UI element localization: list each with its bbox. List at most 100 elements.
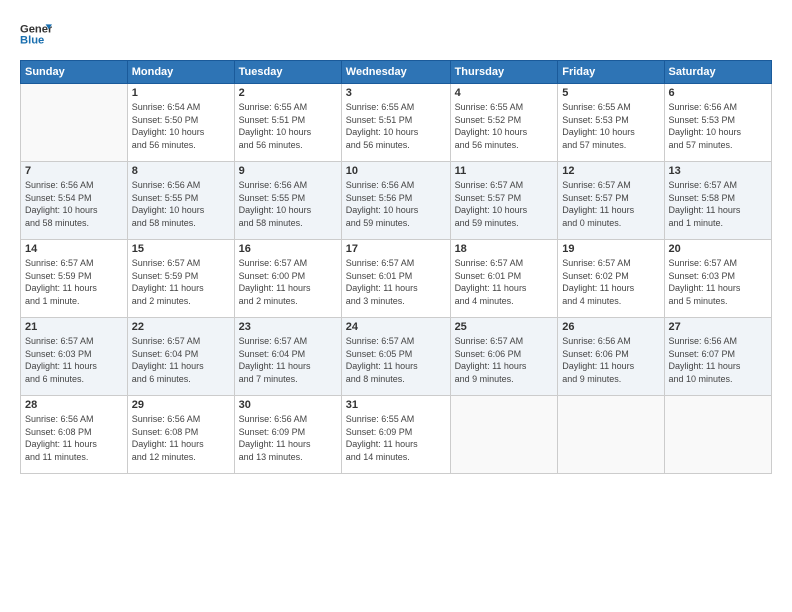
calendar-week-row: 7 Sunrise: 6:56 AM Sunset: 5:54 PM Daylig… [21, 162, 772, 240]
calendar-cell: 22 Sunrise: 6:57 AM Sunset: 6:04 PM Dayli… [127, 318, 234, 396]
svg-text:Blue: Blue [20, 35, 44, 47]
logo: General Blue [20, 18, 52, 50]
calendar-table: SundayMondayTuesdayWednesdayThursdayFrid… [20, 60, 772, 474]
day-info: Sunrise: 6:57 AM Sunset: 6:02 PM Dayligh… [562, 257, 659, 307]
day-info: Sunrise: 6:57 AM Sunset: 6:03 PM Dayligh… [25, 335, 123, 385]
day-number: 23 [239, 321, 337, 333]
weekday-header-row: SundayMondayTuesdayWednesdayThursdayFrid… [21, 61, 772, 84]
calendar-cell: 26 Sunrise: 6:56 AM Sunset: 6:06 PM Dayli… [558, 318, 664, 396]
calendar-week-row: 1 Sunrise: 6:54 AM Sunset: 5:50 PM Daylig… [21, 84, 772, 162]
day-number: 11 [455, 165, 554, 177]
day-info: Sunrise: 6:55 AM Sunset: 5:51 PM Dayligh… [239, 101, 337, 151]
day-info: Sunrise: 6:56 AM Sunset: 5:55 PM Dayligh… [132, 179, 230, 229]
day-info: Sunrise: 6:55 AM Sunset: 5:51 PM Dayligh… [346, 101, 446, 151]
day-number: 10 [346, 165, 446, 177]
calendar-cell: 9 Sunrise: 6:56 AM Sunset: 5:55 PM Daylig… [234, 162, 341, 240]
weekday-header: Thursday [450, 61, 558, 84]
day-number: 7 [25, 165, 123, 177]
day-number: 27 [669, 321, 767, 333]
day-number: 14 [25, 243, 123, 255]
day-number: 17 [346, 243, 446, 255]
day-number: 18 [455, 243, 554, 255]
calendar-cell [450, 396, 558, 474]
calendar-cell: 1 Sunrise: 6:54 AM Sunset: 5:50 PM Daylig… [127, 84, 234, 162]
day-number: 1 [132, 87, 230, 99]
calendar-cell: 10Sunrise: 6:56 AM Sunset: 5:56 PM Dayli… [341, 162, 450, 240]
day-info: Sunrise: 6:57 AM Sunset: 6:03 PM Dayligh… [669, 257, 767, 307]
day-info: Sunrise: 6:57 AM Sunset: 6:01 PM Dayligh… [455, 257, 554, 307]
calendar-cell: 4 Sunrise: 6:55 AM Sunset: 5:52 PM Daylig… [450, 84, 558, 162]
page-header: General Blue [20, 18, 772, 50]
day-info: Sunrise: 6:57 AM Sunset: 6:04 PM Dayligh… [239, 335, 337, 385]
day-number: 24 [346, 321, 446, 333]
day-number: 5 [562, 87, 659, 99]
calendar-cell: 12 Sunrise: 6:57 AM Sunset: 5:57 PM Dayli… [558, 162, 664, 240]
day-info: Sunrise: 6:56 AM Sunset: 5:54 PM Dayligh… [25, 179, 123, 229]
day-number: 4 [455, 87, 554, 99]
day-number: 28 [25, 399, 123, 411]
day-number: 13 [669, 165, 767, 177]
calendar-cell: 31 Sunrise: 6:55 AM Sunset: 6:09 PM Dayli… [341, 396, 450, 474]
day-info: Sunrise: 6:57 AM Sunset: 6:01 PM Dayligh… [346, 257, 446, 307]
day-info: Sunrise: 6:57 AM Sunset: 6:06 PM Dayligh… [455, 335, 554, 385]
day-info: Sunrise: 6:56 AM Sunset: 5:53 PM Dayligh… [669, 101, 767, 151]
day-info: Sunrise: 6:57 AM Sunset: 5:57 PM Dayligh… [562, 179, 659, 229]
calendar-cell: 21 Sunrise: 6:57 AM Sunset: 6:03 PM Dayli… [21, 318, 128, 396]
weekday-header: Monday [127, 61, 234, 84]
day-number: 12 [562, 165, 659, 177]
day-info: Sunrise: 6:56 AM Sunset: 6:08 PM Dayligh… [132, 413, 230, 463]
calendar-cell: 14 Sunrise: 6:57 AM Sunset: 5:59 PM Dayli… [21, 240, 128, 318]
calendar-cell: 19 Sunrise: 6:57 AM Sunset: 6:02 PM Dayli… [558, 240, 664, 318]
calendar-cell [21, 84, 128, 162]
calendar-cell: 23 Sunrise: 6:57 AM Sunset: 6:04 PM Dayli… [234, 318, 341, 396]
day-info: Sunrise: 6:56 AM Sunset: 6:07 PM Dayligh… [669, 335, 767, 385]
calendar-cell: 3 Sunrise: 6:55 AM Sunset: 5:51 PM Daylig… [341, 84, 450, 162]
calendar-cell: 13 Sunrise: 6:57 AM Sunset: 5:58 PM Dayli… [664, 162, 771, 240]
day-number: 2 [239, 87, 337, 99]
day-number: 29 [132, 399, 230, 411]
day-info: Sunrise: 6:56 AM Sunset: 6:09 PM Dayligh… [239, 413, 337, 463]
calendar-cell: 6 Sunrise: 6:56 AM Sunset: 5:53 PM Daylig… [664, 84, 771, 162]
logo-icon: General Blue [20, 18, 52, 50]
weekday-header: Sunday [21, 61, 128, 84]
day-number: 19 [562, 243, 659, 255]
day-info: Sunrise: 6:57 AM Sunset: 6:04 PM Dayligh… [132, 335, 230, 385]
day-number: 21 [25, 321, 123, 333]
day-info: Sunrise: 6:54 AM Sunset: 5:50 PM Dayligh… [132, 101, 230, 151]
calendar-cell: 20Sunrise: 6:57 AM Sunset: 6:03 PM Dayli… [664, 240, 771, 318]
weekday-header: Tuesday [234, 61, 341, 84]
calendar-cell: 28Sunrise: 6:56 AM Sunset: 6:08 PM Dayli… [21, 396, 128, 474]
calendar-week-row: 28 Sunrise: 6:56 AM Sunset: 6:08 PM Dayli… [21, 396, 772, 474]
calendar-cell: 15Sunrise: 6:57 AM Sunset: 5:59 PM Dayli… [127, 240, 234, 318]
day-number: 26 [562, 321, 659, 333]
day-info: Sunrise: 6:57 AM Sunset: 5:58 PM Dayligh… [669, 179, 767, 229]
day-number: 25 [455, 321, 554, 333]
calendar-cell: 27 Sunrise: 6:56 AM Sunset: 6:07 PM Dayli… [664, 318, 771, 396]
calendar-cell [664, 396, 771, 474]
day-info: Sunrise: 6:55 AM Sunset: 5:53 PM Dayligh… [562, 101, 659, 151]
day-info: Sunrise: 6:57 AM Sunset: 6:05 PM Dayligh… [346, 335, 446, 385]
calendar-cell: 5 Sunrise: 6:55 AM Sunset: 5:53 PM Daylig… [558, 84, 664, 162]
day-number: 30 [239, 399, 337, 411]
day-number: 22 [132, 321, 230, 333]
day-info: Sunrise: 6:57 AM Sunset: 5:57 PM Dayligh… [455, 179, 554, 229]
day-info: Sunrise: 6:56 AM Sunset: 6:06 PM Dayligh… [562, 335, 659, 385]
day-info: Sunrise: 6:55 AM Sunset: 5:52 PM Dayligh… [455, 101, 554, 151]
calendar-week-row: 14 Sunrise: 6:57 AM Sunset: 5:59 PM Dayli… [21, 240, 772, 318]
day-number: 9 [239, 165, 337, 177]
day-number: 6 [669, 87, 767, 99]
calendar-cell: 2 Sunrise: 6:55 AM Sunset: 5:51 PM Daylig… [234, 84, 341, 162]
day-info: Sunrise: 6:55 AM Sunset: 6:09 PM Dayligh… [346, 413, 446, 463]
calendar-cell: 25 Sunrise: 6:57 AM Sunset: 6:06 PM Dayli… [450, 318, 558, 396]
day-info: Sunrise: 6:57 AM Sunset: 5:59 PM Dayligh… [25, 257, 123, 307]
calendar-cell: 11 Sunrise: 6:57 AM Sunset: 5:57 PM Dayli… [450, 162, 558, 240]
calendar-cell: 24 Sunrise: 6:57 AM Sunset: 6:05 PM Dayli… [341, 318, 450, 396]
calendar-cell: 30 Sunrise: 6:56 AM Sunset: 6:09 PM Dayli… [234, 396, 341, 474]
day-number: 3 [346, 87, 446, 99]
calendar-cell [558, 396, 664, 474]
weekday-header: Wednesday [341, 61, 450, 84]
weekday-header: Friday [558, 61, 664, 84]
day-number: 8 [132, 165, 230, 177]
day-number: 31 [346, 399, 446, 411]
day-info: Sunrise: 6:56 AM Sunset: 5:55 PM Dayligh… [239, 179, 337, 229]
